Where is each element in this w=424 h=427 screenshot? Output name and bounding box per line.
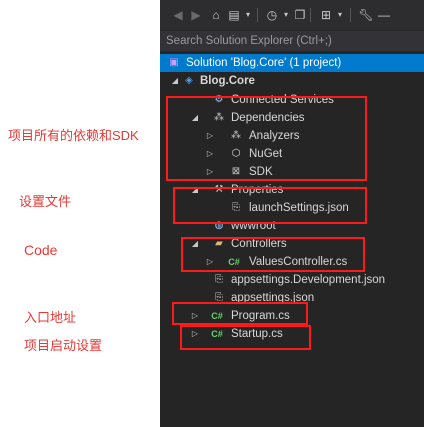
tree-item-appsettings-development[interactable]: ⎘ appsettings.Development.json bbox=[160, 271, 424, 289]
highlight-box-program bbox=[172, 302, 308, 325]
toolbar-separator bbox=[350, 8, 351, 22]
solution-explorer-toolbar: ◀ ▶ ⌂ ▤ ▾ ◷ ▾ ❐ ⊞ ▾ 🔧︎ — bbox=[160, 0, 424, 30]
solution-icon: ▣ bbox=[169, 57, 179, 68]
home-icon[interactable]: ⌂ bbox=[208, 7, 224, 23]
solution-explorer-panel: ◀ ▶ ⌂ ▤ ▾ ◷ ▾ ❐ ⊞ ▾ 🔧︎ — ▣ Solution 'Blo… bbox=[160, 0, 424, 427]
collapse-all-icon[interactable]: ❐ bbox=[292, 7, 308, 23]
pin-icon[interactable]: — bbox=[376, 7, 392, 23]
tree-item-solution[interactable]: ▣ Solution 'Blog.Core' (1 project) bbox=[160, 54, 424, 72]
tree-item-project[interactable]: ◢ ◈ Blog.Core bbox=[160, 72, 424, 90]
highlight-box-dependencies bbox=[166, 96, 367, 181]
project-icon: ◈ bbox=[185, 75, 193, 86]
search-bar bbox=[160, 31, 424, 51]
annotation-startup-settings: 项目启动设置 bbox=[24, 338, 103, 353]
tree-item-label: Blog.Core bbox=[200, 75, 255, 87]
annotation-dependencies: 项目所有的依赖和SDK bbox=[8, 128, 139, 143]
chevron-down-icon[interactable]: ▾ bbox=[240, 7, 256, 23]
annotation-entry-point: 入口地址 bbox=[24, 310, 77, 325]
toolbar-separator bbox=[257, 8, 258, 22]
annotation-area: 项目所有的依赖和SDK 设置文件 Code 入口地址 项目启动设置 bbox=[0, 0, 160, 427]
collapse-arrow-icon[interactable]: ◢ bbox=[170, 72, 180, 90]
tree-item-label: appsettings.Development.json bbox=[231, 274, 386, 286]
properties-wrench-icon[interactable]: 🔧︎ bbox=[358, 7, 374, 23]
forward-icon[interactable]: ▶ bbox=[188, 7, 204, 23]
highlight-box-properties bbox=[173, 187, 367, 224]
highlight-box-controllers bbox=[181, 237, 365, 272]
annotation-config-files: 设置文件 bbox=[19, 194, 72, 209]
highlight-box-startup bbox=[180, 325, 311, 350]
back-icon[interactable]: ◀ bbox=[170, 7, 186, 23]
annotation-code: Code bbox=[24, 242, 58, 258]
chevron-down-icon[interactable]: ▾ bbox=[332, 7, 348, 23]
toolbar-separator bbox=[310, 8, 311, 22]
tree-item-label: Solution 'Blog.Core' (1 project) bbox=[186, 57, 342, 69]
search-input[interactable] bbox=[166, 31, 416, 51]
json-file-icon: ⎘ bbox=[215, 274, 223, 285]
